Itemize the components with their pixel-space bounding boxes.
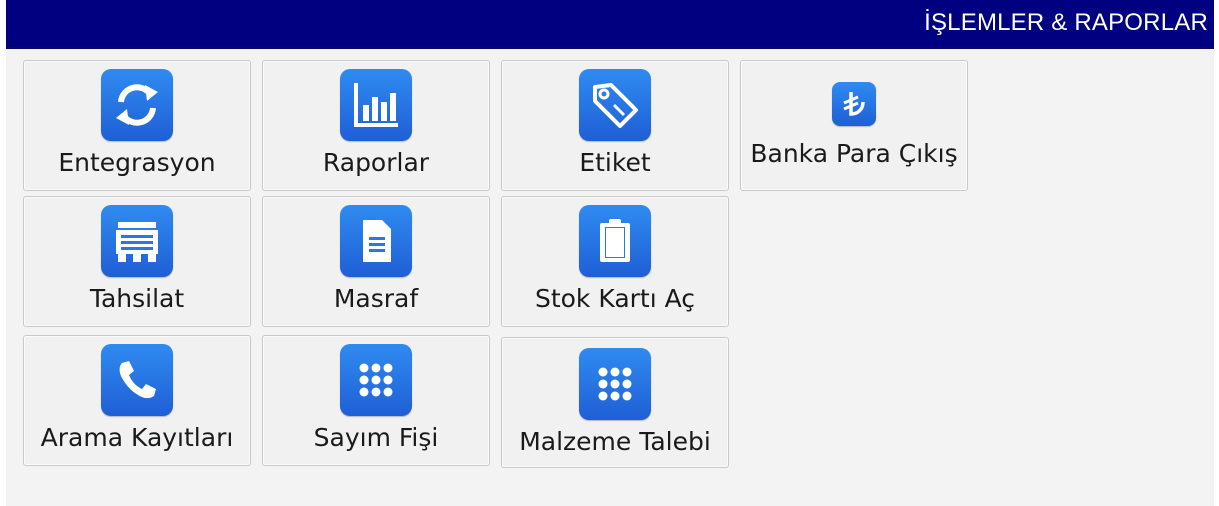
phone-icon [101,344,173,416]
page-title: İŞLEMLER & RAPORLAR [924,9,1208,36]
clipboard-icon [579,205,651,277]
tile-etiket[interactable]: Etiket [501,60,729,191]
tag-icon [579,69,651,141]
tile-masraf[interactable]: Masraf [262,196,490,327]
tile-banka-para-cikis[interactable]: Banka Para Çıkış [740,60,968,191]
tile-label: Entegrasyon [58,148,216,177]
refresh-icon [101,69,173,141]
tile-label: Etiket [579,148,651,177]
tile-label: Tahsilat [89,284,185,313]
tile-raporlar[interactable]: Raporlar [262,60,490,191]
keypad-icon [340,344,412,416]
header-bar: İŞLEMLER & RAPORLAR [6,0,1214,49]
keypad-icon [579,348,651,420]
tile-label: Banka Para Çıkış [750,139,958,168]
tile-malzeme-talebi[interactable]: Malzeme Talebi [501,337,729,468]
tile-label: Malzeme Talebi [519,427,711,456]
tile-entegrasyon[interactable]: Entegrasyon [23,60,251,191]
cash-register-icon [101,205,173,277]
tile-label: Masraf [333,284,419,313]
bar-chart-icon [340,69,412,141]
tile-stok-karti-ac[interactable]: Stok Kartı Aç [501,196,729,327]
tile-sayim-fisi[interactable]: Sayım Fişi [262,335,490,466]
lira-icon [832,82,876,126]
tile-label: Arama Kayıtları [40,423,234,452]
tile-arama-kayitlari[interactable]: Arama Kayıtları [23,335,251,466]
document-icon [340,205,412,277]
tile-label: Sayım Fişi [313,423,439,452]
tile-label: Stok Kartı Aç [534,284,696,313]
tile-tahsilat[interactable]: Tahsilat [23,196,251,327]
tile-label: Raporlar [322,148,430,177]
